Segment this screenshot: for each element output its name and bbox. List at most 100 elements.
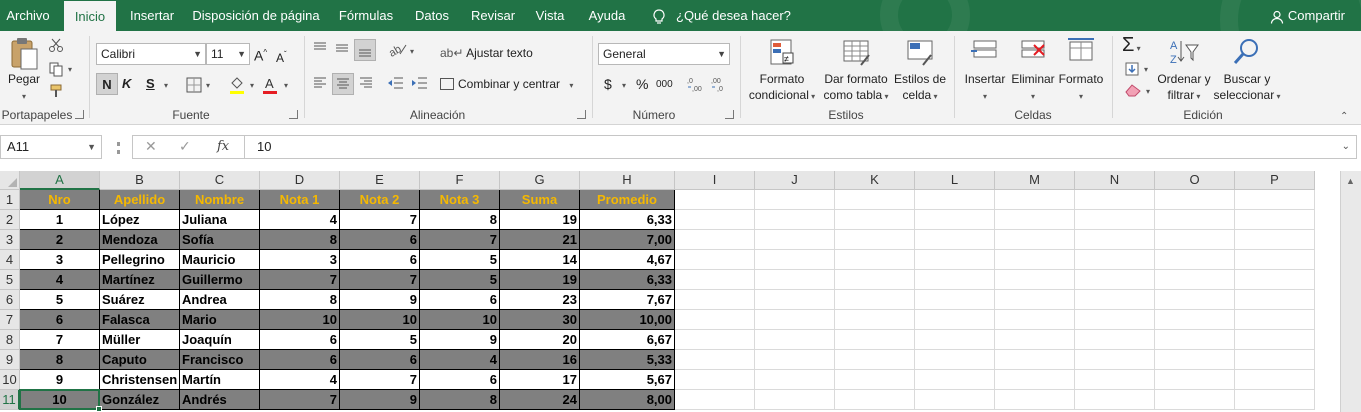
vertical-scrollbar[interactable]: ▲ bbox=[1340, 171, 1361, 412]
tab-inicio[interactable]: Inicio bbox=[64, 1, 116, 31]
empty-cell[interactable] bbox=[1155, 390, 1235, 410]
percent-button[interactable]: % bbox=[636, 76, 648, 92]
empty-cell[interactable] bbox=[755, 210, 835, 230]
font-launcher-icon[interactable] bbox=[289, 110, 298, 119]
table-cell[interactable]: 5,67 bbox=[580, 370, 675, 390]
row-header-5[interactable]: 5 bbox=[0, 270, 20, 290]
fill-down-icon[interactable] bbox=[1124, 61, 1140, 77]
table-cell[interactable]: 6 bbox=[420, 370, 500, 390]
empty-cell[interactable] bbox=[835, 210, 915, 230]
empty-cell[interactable] bbox=[915, 250, 995, 270]
table-cell[interactable]: 8 bbox=[420, 390, 500, 410]
currency-dropdown-icon[interactable]: ▾ bbox=[622, 81, 626, 90]
empty-cell[interactable] bbox=[755, 350, 835, 370]
empty-cell[interactable] bbox=[995, 330, 1075, 350]
table-cell[interactable]: 21 bbox=[500, 230, 580, 250]
row-header-3[interactable]: 3 bbox=[0, 230, 20, 250]
empty-cell[interactable] bbox=[995, 230, 1075, 250]
empty-cell[interactable] bbox=[915, 330, 995, 350]
column-header-a[interactable]: A bbox=[20, 171, 100, 190]
table-cell[interactable]: 6,67 bbox=[580, 330, 675, 350]
table-cell[interactable]: 7 bbox=[340, 370, 420, 390]
empty-cell[interactable] bbox=[755, 370, 835, 390]
empty-cell[interactable] bbox=[1155, 250, 1235, 270]
table-cell[interactable]: 7,00 bbox=[580, 230, 675, 250]
bold-button[interactable]: N bbox=[96, 73, 118, 95]
table-cell[interactable]: 14 bbox=[500, 250, 580, 270]
column-header-e[interactable]: E bbox=[340, 171, 420, 190]
table-cell[interactable]: 17 bbox=[500, 370, 580, 390]
table-cell[interactable]: 19 bbox=[500, 270, 580, 290]
table-cell[interactable]: 4 bbox=[20, 270, 100, 290]
conditional-format-button[interactable]: ≠ Formato condicional ▾ bbox=[744, 37, 820, 105]
empty-cell[interactable] bbox=[1075, 250, 1155, 270]
empty-cell[interactable] bbox=[1155, 270, 1235, 290]
empty-cell[interactable] bbox=[995, 350, 1075, 370]
empty-cell[interactable] bbox=[835, 330, 915, 350]
cancel-icon[interactable]: ✕ bbox=[145, 138, 157, 155]
table-cell[interactable]: Christensen bbox=[100, 370, 180, 390]
format-painter-icon[interactable] bbox=[48, 83, 64, 99]
merge-center-button[interactable]: Combinar y centrar ▾ bbox=[440, 76, 573, 94]
empty-cell[interactable] bbox=[1235, 270, 1315, 290]
empty-cell[interactable] bbox=[1235, 390, 1315, 410]
orientation-icon[interactable]: ab bbox=[388, 41, 408, 57]
table-cell[interactable]: 8 bbox=[260, 230, 340, 250]
empty-cell[interactable] bbox=[675, 350, 755, 370]
empty-cell[interactable] bbox=[1075, 350, 1155, 370]
row-header-8[interactable]: 8 bbox=[0, 330, 20, 350]
align-right-icon[interactable] bbox=[358, 75, 374, 91]
empty-cell[interactable] bbox=[835, 190, 915, 210]
empty-cell[interactable] bbox=[755, 390, 835, 410]
table-cell[interactable]: Sofía bbox=[180, 230, 260, 250]
table-cell[interactable]: González bbox=[100, 390, 180, 410]
expand-formula-icon[interactable]: ⌄ bbox=[1342, 136, 1350, 158]
column-header-i[interactable]: I bbox=[675, 171, 755, 190]
scroll-up-icon[interactable]: ▲ bbox=[1346, 176, 1355, 186]
cell-styles-button[interactable]: Estilos de celda ▾ bbox=[892, 37, 948, 105]
table-cell[interactable]: 10,00 bbox=[580, 310, 675, 330]
column-header-b[interactable]: B bbox=[100, 171, 180, 190]
empty-cell[interactable] bbox=[1075, 230, 1155, 250]
empty-cell[interactable] bbox=[1235, 190, 1315, 210]
tab-revisar[interactable]: Revisar bbox=[466, 0, 520, 31]
table-cell[interactable]: 3 bbox=[260, 250, 340, 270]
column-header-l[interactable]: L bbox=[915, 171, 995, 190]
table-cell[interactable]: 23 bbox=[500, 290, 580, 310]
table-cell[interactable]: 9 bbox=[20, 370, 100, 390]
table-cell[interactable]: 4 bbox=[260, 370, 340, 390]
empty-cell[interactable] bbox=[675, 190, 755, 210]
empty-cell[interactable] bbox=[995, 290, 1075, 310]
table-cell[interactable]: Juliana bbox=[180, 210, 260, 230]
fill-color-icon[interactable] bbox=[228, 75, 246, 95]
table-cell[interactable]: 5 bbox=[420, 270, 500, 290]
table-cell[interactable]: Martínez bbox=[100, 270, 180, 290]
table-cell[interactable]: 7 bbox=[260, 390, 340, 410]
row-header-11[interactable]: 11 bbox=[0, 390, 20, 410]
font-color-dropdown-icon[interactable]: ▾ bbox=[284, 81, 288, 90]
align-center-button[interactable] bbox=[332, 73, 354, 95]
table-cell[interactable]: 7 bbox=[340, 270, 420, 290]
empty-cell[interactable] bbox=[915, 390, 995, 410]
empty-cell[interactable] bbox=[1075, 210, 1155, 230]
empty-cell[interactable] bbox=[835, 230, 915, 250]
row-header-10[interactable]: 10 bbox=[0, 370, 20, 390]
column-header-f[interactable]: F bbox=[420, 171, 500, 190]
row-header-2[interactable]: 2 bbox=[0, 210, 20, 230]
empty-cell[interactable] bbox=[995, 270, 1075, 290]
table-cell[interactable]: 10 bbox=[20, 390, 100, 410]
borders-dropdown-icon[interactable]: ▾ bbox=[206, 81, 210, 90]
table-cell[interactable]: Martín bbox=[180, 370, 260, 390]
table-cell[interactable]: 6 bbox=[340, 230, 420, 250]
row-header-9[interactable]: 9 bbox=[0, 350, 20, 370]
table-cell[interactable]: 5 bbox=[340, 330, 420, 350]
table-cell[interactable]: Pellegrino bbox=[100, 250, 180, 270]
empty-cell[interactable] bbox=[1075, 330, 1155, 350]
increase-indent-icon[interactable] bbox=[410, 75, 428, 91]
table-cell[interactable]: 6 bbox=[420, 290, 500, 310]
table-cell[interactable]: 7 bbox=[20, 330, 100, 350]
column-header-j[interactable]: J bbox=[755, 171, 835, 190]
column-header-o[interactable]: O bbox=[1155, 171, 1235, 190]
empty-cell[interactable] bbox=[675, 230, 755, 250]
empty-cell[interactable] bbox=[675, 330, 755, 350]
